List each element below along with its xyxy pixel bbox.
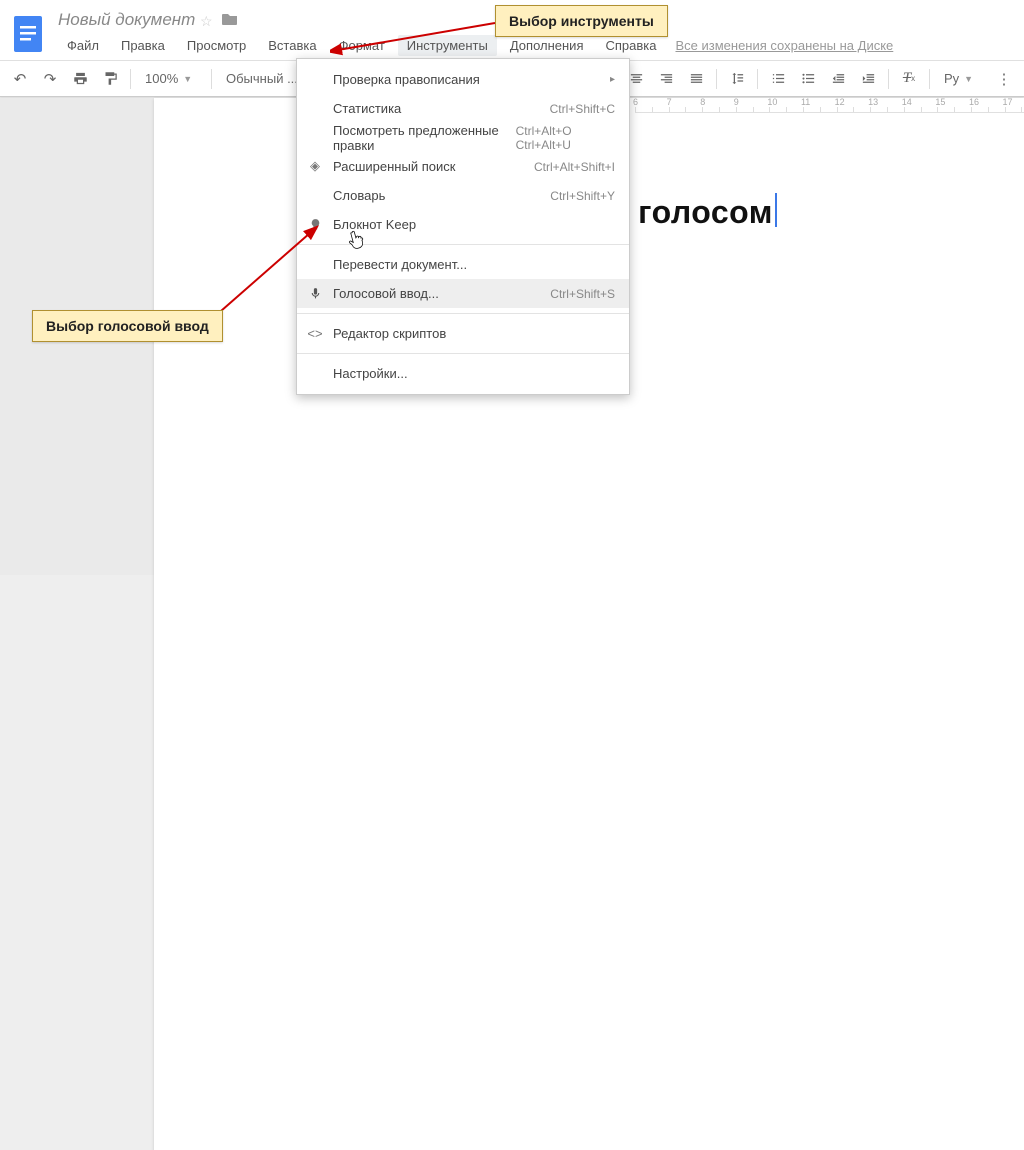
keep-icon (307, 216, 323, 232)
menu-view[interactable]: Просмотр (178, 35, 255, 56)
save-status[interactable]: Все изменения сохранены на Диске (675, 38, 893, 53)
zoom-select[interactable]: 100%▼ (137, 66, 205, 92)
menu-addons[interactable]: Дополнения (501, 35, 593, 56)
menu-format[interactable]: Формат (330, 35, 394, 56)
menu-separator (297, 244, 629, 245)
menu-item-preferences[interactable]: Настройки... (297, 359, 629, 388)
separator (929, 69, 930, 89)
document-title[interactable]: Новый документ (58, 10, 195, 30)
separator (130, 69, 131, 89)
separator (211, 69, 212, 89)
outdent-button[interactable] (824, 66, 852, 92)
explore-icon: ◈ (307, 158, 323, 174)
redo-button[interactable]: ↷ (36, 66, 64, 92)
tools-menu: Проверка правописания▸ СтатистикаCtrl+Sh… (296, 58, 630, 395)
align-right-button[interactable] (652, 66, 680, 92)
menu-item-dictionary[interactable]: СловарьCtrl+Shift+Y (297, 181, 629, 210)
input-lang-button[interactable]: Ру▼ (936, 66, 988, 92)
annotation-voice: Выбор голосовой ввод (32, 310, 223, 342)
indent-button[interactable] (854, 66, 882, 92)
menu-item-script-editor[interactable]: <>Редактор скриптов (297, 319, 629, 348)
script-icon: <> (307, 325, 323, 341)
line-spacing-button[interactable] (723, 66, 751, 92)
menu-edit[interactable]: Правка (112, 35, 174, 56)
docs-logo-icon[interactable] (12, 14, 44, 54)
menu-item-review-suggestions[interactable]: Посмотреть предложенные правкиCtrl+Alt+O… (297, 123, 629, 152)
menu-file[interactable]: Файл (58, 35, 108, 56)
menu-item-explore[interactable]: ◈Расширенный поискCtrl+Alt+Shift+I (297, 152, 629, 181)
paint-format-button[interactable] (96, 66, 124, 92)
menu-separator (297, 353, 629, 354)
menu-item-translate[interactable]: Перевести документ... (297, 250, 629, 279)
separator (716, 69, 717, 89)
star-icon[interactable]: ☆ (200, 13, 213, 30)
mic-icon (307, 285, 323, 301)
ruler (635, 98, 1024, 113)
menu-tools[interactable]: Инструменты (398, 35, 497, 56)
menu-insert[interactable]: Вставка (259, 35, 325, 56)
menu-item-word-count[interactable]: СтатистикаCtrl+Shift+C (297, 94, 629, 123)
bulleted-list-button[interactable] (794, 66, 822, 92)
print-button[interactable] (66, 66, 94, 92)
menu-item-voice-typing[interactable]: Голосовой ввод...Ctrl+Shift+S (297, 279, 629, 308)
menu-bar: Файл Правка Просмотр Вставка Формат Инст… (58, 35, 893, 56)
menu-help[interactable]: Справка (596, 35, 665, 56)
numbered-list-button[interactable] (764, 66, 792, 92)
clear-formatting-button[interactable]: Tx (895, 66, 923, 92)
menu-separator (297, 313, 629, 314)
separator (757, 69, 758, 89)
separator (888, 69, 889, 89)
menu-item-spellcheck[interactable]: Проверка правописания▸ (297, 65, 629, 94)
folder-icon[interactable] (222, 12, 238, 29)
annotation-tools: Выбор инструменты (495, 5, 668, 37)
undo-button[interactable]: ↶ (6, 66, 34, 92)
more-button[interactable]: ⋮ (990, 66, 1018, 92)
align-justify-button[interactable] (682, 66, 710, 92)
text-cursor (775, 193, 777, 227)
